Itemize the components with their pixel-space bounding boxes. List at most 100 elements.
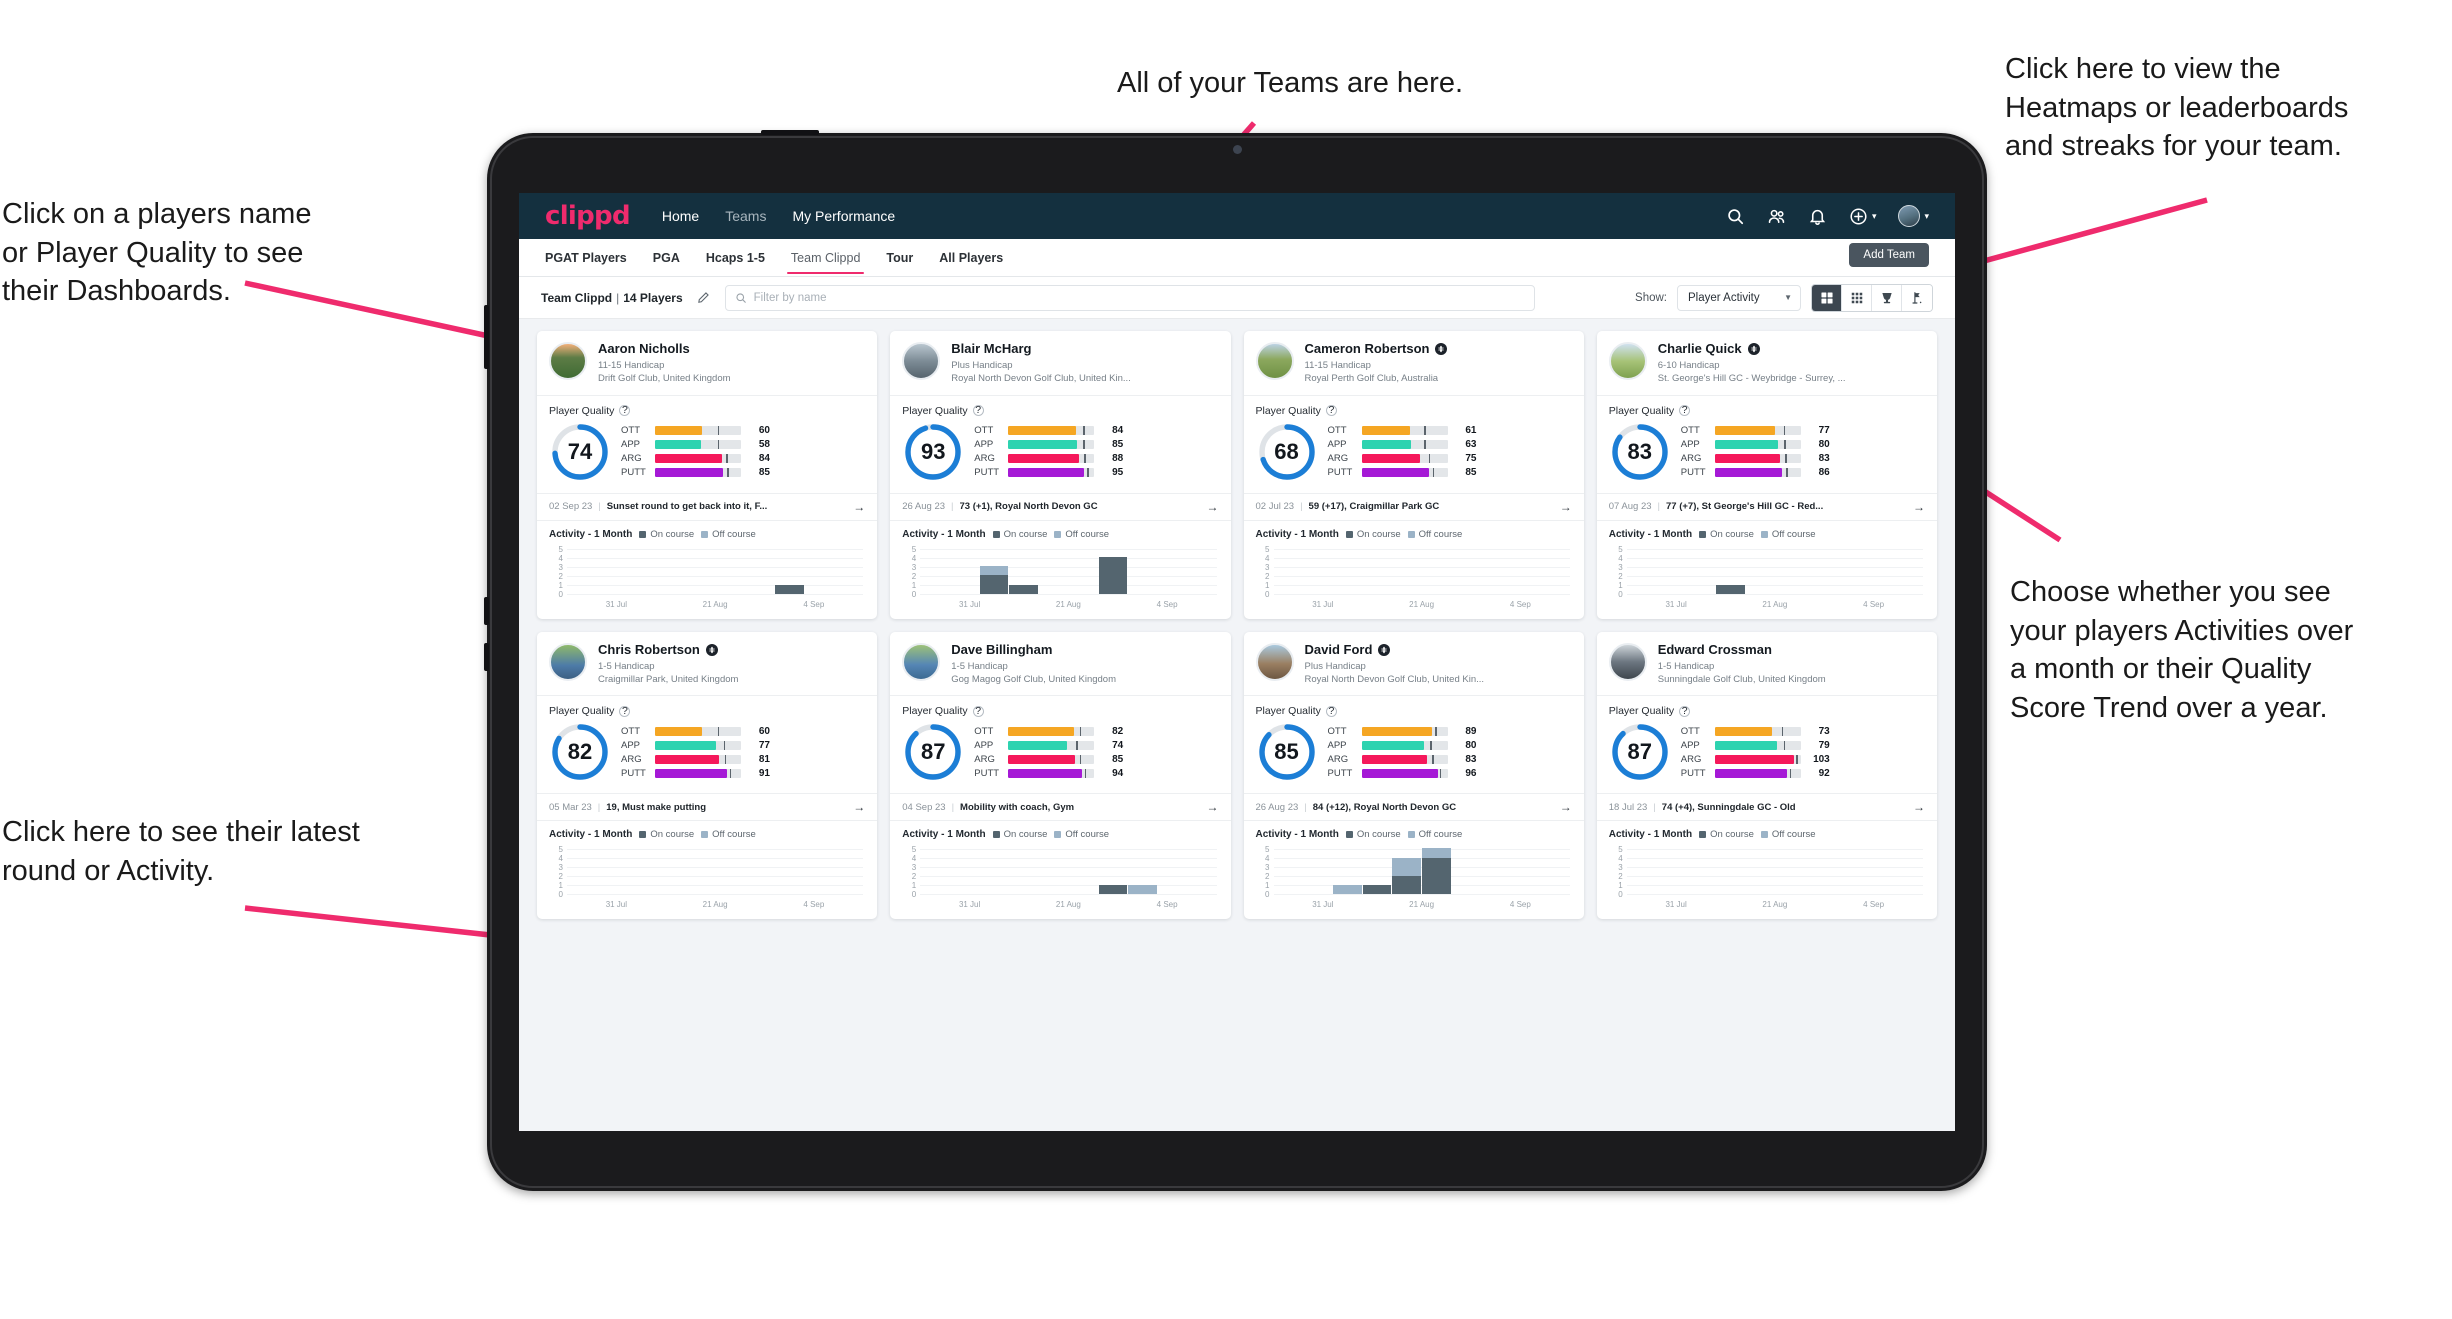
arrow-right-icon[interactable]: → (1560, 801, 1572, 813)
edit-team-button[interactable] (693, 287, 715, 309)
player-header[interactable]: Edward Crossman 1-5 Handicap Sunningdale… (1597, 632, 1937, 696)
nav-item-my-performance[interactable]: My Performance (792, 208, 895, 224)
quality-ring[interactable]: 82 (549, 721, 611, 783)
player-card[interactable]: Blair McHarg Plus Handicap Royal North D… (890, 331, 1231, 619)
player-avatar[interactable] (902, 342, 941, 380)
player-quality-section[interactable]: Player Quality ? 68 OTT 61 APP 63 ARG 75… (1244, 396, 1584, 493)
player-avatar[interactable] (902, 642, 941, 681)
latest-round-row[interactable]: 26 Aug 23 | 84 (+12), Royal North Devon … (1243, 793, 1584, 822)
quality-ring[interactable]: 74 (549, 421, 611, 483)
player-quality-section[interactable]: Player Quality ? 85 OTT 89 APP 80 ARG 83… (1244, 696, 1584, 793)
player-name-row[interactable]: Chris Robertson (598, 642, 738, 658)
player-card[interactable]: David Ford Plus Handicap Royal North Dev… (1243, 631, 1584, 920)
tab-pgat-players[interactable]: PGAT Players (545, 242, 627, 273)
add-team-button[interactable]: Add Team (1849, 243, 1929, 267)
nav-item-teams[interactable]: Teams (725, 208, 766, 224)
player-quality-section[interactable]: Player Quality ? 87 OTT 73 APP 79 ARG 10… (1597, 696, 1937, 793)
people-icon[interactable] (1767, 207, 1786, 226)
player-name[interactable]: David Ford (1305, 642, 1373, 658)
search-input[interactable] (753, 291, 1525, 304)
arrow-right-icon[interactable]: → (853, 801, 865, 813)
player-avatar[interactable] (1255, 342, 1294, 380)
arrow-right-icon[interactable]: → (853, 501, 865, 513)
player-name-row[interactable]: Aaron Nicholls (598, 341, 731, 357)
player-avatar[interactable] (1608, 342, 1647, 380)
arrow-right-icon[interactable]: → (1207, 801, 1219, 813)
latest-round-row[interactable]: 02 Jul 23 | 59 (+17), Craigmillar Park G… (1243, 492, 1584, 521)
help-icon[interactable]: ? (619, 705, 631, 717)
player-name-row[interactable]: Dave Billingham (951, 642, 1116, 658)
player-header[interactable]: Aaron Nicholls 11-15 Handicap Drift Golf… (537, 331, 877, 395)
player-name-row[interactable]: Edward Crossman (1658, 642, 1826, 658)
player-header[interactable]: Charlie Quick 6-10 Handicap St. George's… (1597, 331, 1937, 395)
latest-round-row[interactable]: 18 Jul 23 | 74 (+4), Sunningdale GC - Ol… (1596, 793, 1937, 822)
player-header[interactable]: Dave Billingham 1-5 Handicap Gog Magog G… (890, 632, 1230, 696)
player-header[interactable]: David Ford Plus Handicap Royal North Dev… (1244, 632, 1584, 696)
nav-item-home[interactable]: Home (662, 208, 699, 224)
player-header[interactable]: Blair McHarg Plus Handicap Royal North D… (890, 331, 1230, 395)
grid-view-button[interactable] (1812, 284, 1842, 311)
player-name[interactable]: Charlie Quick (1658, 341, 1742, 357)
player-name[interactable]: Blair McHarg (951, 341, 1031, 357)
quality-ring[interactable]: 85 (1256, 721, 1318, 783)
help-icon[interactable]: ? (1679, 405, 1691, 417)
player-card[interactable]: Chris Robertson 1-5 Handicap Craigmillar… (537, 631, 878, 920)
player-card[interactable]: Edward Crossman 1-5 Handicap Sunningdale… (1596, 631, 1937, 920)
player-name-row[interactable]: Blair McHarg (951, 341, 1131, 357)
player-avatar[interactable] (1255, 642, 1294, 681)
arrow-right-icon[interactable]: → (1207, 501, 1219, 513)
player-header[interactable]: Chris Robertson 1-5 Handicap Craigmillar… (537, 632, 877, 696)
help-icon[interactable]: ? (1679, 705, 1691, 717)
help-icon[interactable]: ? (972, 405, 984, 417)
player-card[interactable]: Charlie Quick 6-10 Handicap St. George's… (1596, 331, 1937, 619)
help-icon[interactable]: ? (619, 405, 631, 417)
player-name[interactable]: Chris Robertson (598, 642, 700, 658)
player-card[interactable]: Cameron Robertson 11-15 Handicap Royal P… (1243, 331, 1584, 619)
player-quality-section[interactable]: Player Quality ? 93 OTT 84 APP 85 ARG 88… (890, 396, 1230, 493)
leaderboard-view-button[interactable] (1872, 284, 1902, 311)
help-icon[interactable]: ? (1325, 705, 1337, 717)
player-quality-section[interactable]: Player Quality ? 83 OTT 77 APP 80 ARG 83… (1597, 396, 1937, 493)
help-icon[interactable]: ? (972, 705, 984, 717)
player-name[interactable]: Edward Crossman (1658, 642, 1772, 658)
help-icon[interactable]: ? (1325, 405, 1337, 417)
arrow-right-icon[interactable]: → (1913, 501, 1925, 513)
heatmap-view-button[interactable] (1842, 284, 1872, 311)
player-avatar[interactable] (549, 342, 587, 380)
tab-team-clippd[interactable]: Team Clippd (786, 242, 865, 274)
player-avatar[interactable] (549, 642, 587, 681)
player-name-row[interactable]: David Ford (1305, 642, 1485, 658)
quality-ring[interactable]: 93 (902, 421, 964, 483)
latest-round-row[interactable]: 04 Sep 23 | Mobility with coach, Gym → (890, 793, 1231, 822)
tab-hcaps-1-5[interactable]: Hcaps 1-5 (706, 242, 765, 273)
arrow-right-icon[interactable]: → (1560, 501, 1572, 513)
latest-round-row[interactable]: 07 Aug 23 | 77 (+7), St George's Hill GC… (1596, 492, 1937, 521)
latest-round-row[interactable]: 26 Aug 23 | 73 (+1), Royal North Devon G… (890, 492, 1231, 521)
quality-ring[interactable]: 87 (902, 721, 964, 783)
bell-icon[interactable] (1808, 207, 1827, 226)
player-name[interactable]: Cameron Robertson (1305, 341, 1430, 357)
player-quality-section[interactable]: Player Quality ? 87 OTT 82 APP 74 ARG 85… (890, 696, 1230, 793)
player-header[interactable]: Cameron Robertson 11-15 Handicap Royal P… (1244, 331, 1584, 395)
plus-circle-icon[interactable] (1849, 207, 1868, 226)
player-quality-section[interactable]: Player Quality ? 82 OTT 60 APP 77 ARG 81… (537, 696, 877, 793)
latest-round-row[interactable]: 05 Mar 23 | 19, Must make putting → (537, 793, 878, 822)
quality-ring[interactable]: 83 (1609, 421, 1671, 483)
player-name-row[interactable]: Charlie Quick (1658, 341, 1846, 357)
quality-ring[interactable]: 87 (1609, 721, 1671, 783)
player-avatar[interactable] (1608, 642, 1647, 681)
search-input-wrapper[interactable] (724, 284, 1535, 311)
show-select[interactable]: Player Activity ▼ (1677, 284, 1801, 311)
search-icon[interactable] (1726, 207, 1745, 226)
player-name[interactable]: Aaron Nicholls (598, 341, 690, 357)
player-card[interactable]: Aaron Nicholls 11-15 Handicap Drift Golf… (537, 331, 878, 619)
arrow-right-icon[interactable]: → (1913, 801, 1925, 813)
add-menu-button[interactable]: ▾ (1849, 207, 1876, 226)
clippd-logo[interactable]: clippd (545, 201, 631, 231)
player-name-row[interactable]: Cameron Robertson (1305, 341, 1448, 357)
player-quality-section[interactable]: Player Quality ? 74 OTT 60 APP 58 ARG 84… (537, 396, 877, 493)
tab-tour[interactable]: Tour (886, 242, 913, 273)
quality-ring[interactable]: 68 (1256, 421, 1318, 483)
tab-all-players[interactable]: All Players (939, 242, 1003, 273)
player-name[interactable]: Dave Billingham (951, 642, 1052, 658)
